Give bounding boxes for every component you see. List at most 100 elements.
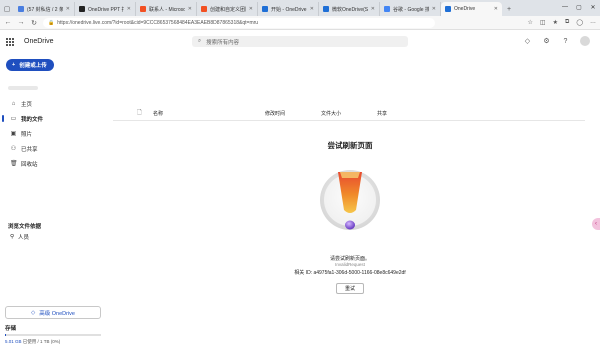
sidebar-item[interactable]: ▭ 我的文件 [0,111,112,126]
help-icon[interactable]: ? [561,38,570,45]
lock-icon: 🔒 [48,19,55,26]
tab-close-icon[interactable]: ✕ [127,6,131,12]
brand-name[interactable]: OneDrive [24,38,54,45]
tab-close-icon[interactable]: ✕ [494,6,498,12]
create-upload-label: 创建或上传 [19,63,47,69]
error-title: 尝试刷新页面 [327,141,373,150]
split-screen-icon[interactable]: ◫ [540,19,546,26]
tab-list: (57 封私信 / 2 条消息) 首页✕OneDrive PPT 打开时✕联系人… [14,2,502,16]
browse-section-title: 浏览文件依据 [8,224,42,230]
sidebar: + 创建或上传 ⌂ 主页 ▭ 我的文件 ▣ 照片 ⚇ 已共享 🗑 回收站 浏览文件依据 ⚲ 人员 … [0,53,112,356]
browser-tab[interactable]: 谷歌 - Google 搜索✕ [380,2,441,16]
storage-used-link[interactable]: 5.01 GB [5,339,22,344]
sidebar-item[interactable]: ⚇ 已共享 [0,141,112,156]
search-input[interactable]: ⌕ 搜索所有内容 [192,36,408,47]
tab-actions-icon[interactable]: ▢ [0,2,14,16]
tab-favicon-icon [79,6,85,12]
browser-tab[interactable]: OneDrive ✕ [441,2,502,16]
home-icon: ⌂ [11,100,16,107]
sidebar-nav: ⌂ 主页 ▭ 我的文件 ▣ 照片 ⚇ 已共享 🗑 回收站 [0,96,112,171]
tab-favicon-icon [445,6,451,12]
create-upload-button[interactable]: + 创建或上传 [6,59,54,71]
tab-title: OneDrive [454,6,476,12]
error-illustration [320,170,380,230]
tab-title: (57 封私信 / 2 条消息) 首页 [27,6,63,13]
tab-close-icon[interactable]: ✕ [66,6,70,12]
error-code: InvalidRequest [335,262,365,267]
new-tab-icon[interactable]: + [502,2,516,16]
tab-title: 创建和自定义团队 [210,6,246,13]
plus-icon: + [12,62,16,68]
tab-close-icon[interactable]: ✕ [310,6,314,12]
tab-close-icon[interactable]: ✕ [371,6,375,12]
back-icon[interactable]: ← [4,19,12,26]
more-icon[interactable]: … [590,19,596,26]
tab-close-icon[interactable]: ✕ [432,6,436,12]
tab-favicon-icon [323,6,329,12]
sidebar-item-label: 照片 [21,131,33,138]
browser-tab[interactable]: 创建和自定义团队✕ [197,2,258,16]
close-window-icon[interactable]: ✕ [586,0,600,14]
tab-title: 开始 - OneDrive [271,6,307,13]
maximize-icon[interactable]: ▢ [572,0,586,14]
sidebar-item[interactable]: ⌂ 主页 [0,96,112,111]
premium-diamond-icon[interactable]: ◇ [523,37,532,45]
storage-usage-text: 已使用 / 1 TB (0%) [22,339,61,344]
browser-tab[interactable]: (57 封私信 / 2 条消息) 首页✕ [14,2,75,16]
browser-tab[interactable]: 联系人 - Microsoft ✕ [136,2,197,16]
url-field[interactable]: 🔒 https://onedrive.live.com/?id=root&cid… [43,17,435,28]
storage-usage: 5.01 GB 已使用 / 1 TB (0%) [5,339,60,345]
tab-title: OneDrive PPT 打开时 [88,6,124,13]
tab-close-icon[interactable]: ✕ [249,6,253,12]
sidebar-item[interactable]: 🗑 回收站 [0,156,112,171]
column-modified[interactable]: 修改时间 [265,110,285,117]
folder-icon: ▭ [10,116,17,122]
tab-title: 谷歌 - Google 搜索 [393,6,429,13]
tab-favicon-icon [140,6,146,12]
tab-close-icon[interactable]: ✕ [188,6,192,12]
refresh-icon[interactable]: ↻ [30,19,38,27]
tab-favicon-icon [262,6,268,12]
retry-button[interactable]: 重试 [336,283,364,294]
browser-tab[interactable]: OneDrive PPT 打开时✕ [75,2,136,16]
people-icon: ⚇ [10,146,17,152]
column-size[interactable]: 文件大小 [321,110,341,117]
tab-favicon-icon [201,6,207,12]
settings-gear-icon[interactable]: ⚙ [542,37,551,45]
browser-tab[interactable]: 微软OneDrive(SP)✕ [319,2,380,16]
correlation-id: 相关 ID: a4975fa1-306d-5000-1166-08e8c649e… [294,270,406,276]
sidebar-item-people[interactable]: ⚲ 人员 [10,233,29,241]
search-placeholder: 搜索所有内容 [206,39,240,46]
diamond-icon: ◇ [31,309,36,316]
favorite-star-icon[interactable]: ☆ [528,19,533,26]
account-name-redacted [8,86,38,90]
file-type-icon[interactable]: 🗋 [137,108,142,118]
tab-favicon-icon [18,6,24,12]
column-name[interactable]: 名称 [153,110,163,117]
app-launcher-icon[interactable] [6,37,14,46]
header-actions: ◇ ⚙ ? [523,36,590,46]
browser-toolbar: ☆ ◫ ★ ⧉ ◯ … [528,19,596,26]
column-sharing[interactable]: 共享 [377,110,387,117]
browser-tab-strip: ▢ (57 封私信 / 2 条消息) 首页✕OneDrive PPT 打开时✕联… [0,0,600,16]
storage-bar-fill [5,334,6,336]
sidebar-item[interactable]: ▣ 照片 [0,126,112,141]
window-controls: — ▢ ✕ [558,0,600,14]
search-icon: ⌕ [198,38,202,44]
tab-title: 联系人 - Microsoft [149,6,185,13]
tab-favicon-icon [384,6,390,12]
trash-icon: 🗑 [10,161,18,167]
storage-bar [5,334,101,336]
profile-icon[interactable]: ◯ [576,19,583,26]
minimize-icon[interactable]: — [558,0,572,14]
premium-onedrive-button[interactable]: ◇ 高级 OneDrive [5,306,101,319]
avatar[interactable] [580,36,590,46]
edge-sidebar-toggle-icon[interactable]: ‹ [592,218,600,230]
sidebar-item-label: 回收站 [21,161,38,168]
storage-title: 存储 [5,326,17,332]
browser-tab[interactable]: 开始 - OneDrive ✕ [258,2,319,16]
collections-icon[interactable]: ⧉ [565,19,569,26]
favorites-icon[interactable]: ★ [553,19,558,26]
tab-title: 微软OneDrive(SP) [332,6,368,13]
forward-icon[interactable]: → [17,19,25,26]
